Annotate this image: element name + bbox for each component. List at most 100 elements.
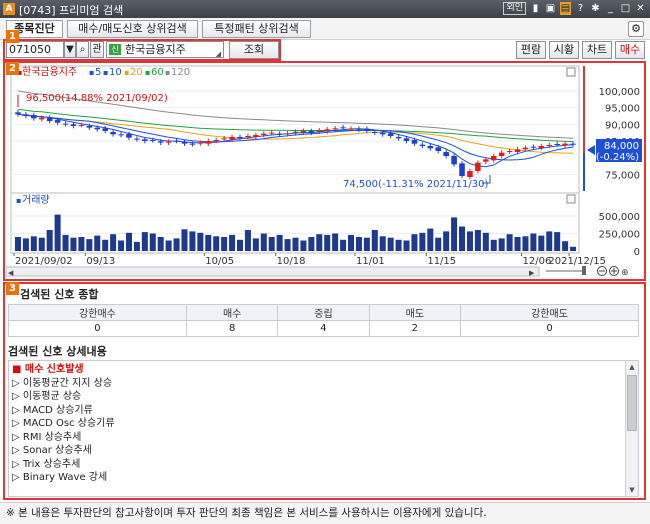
- volume-bar: [451, 217, 458, 251]
- volume-bar: [482, 232, 489, 251]
- candle-body: [348, 128, 354, 130]
- candle-body: [276, 133, 283, 135]
- scroll-down-icon[interactable]: ▼: [626, 484, 638, 496]
- price-panel-close-icon[interactable]: [566, 67, 576, 77]
- market-button[interactable]: 시황: [549, 41, 579, 59]
- list-item[interactable]: ▷ 이동평균 상승: [12, 390, 115, 404]
- close-icon[interactable]: ✕: [635, 2, 646, 15]
- scroll-up-icon[interactable]: ▲: [626, 361, 638, 373]
- volume-bar: [118, 240, 125, 251]
- candle-body: [506, 151, 513, 152]
- chart-settings-icon[interactable]: ⊕: [621, 268, 629, 278]
- volume-bar: [363, 237, 370, 251]
- detail-scrollbar[interactable]: ▲ ▼: [625, 361, 638, 496]
- volume-bar: [229, 234, 236, 251]
- legend-marker-ma5: ▪: [89, 68, 94, 77]
- summary-value: 0: [460, 320, 639, 337]
- candle-body: [237, 137, 243, 138]
- volume-bar: [22, 238, 29, 251]
- candle-body: [62, 123, 69, 125]
- volume-bar: [244, 230, 251, 251]
- high-annotation: 96,500(14.88% 2021/09/02): [26, 93, 168, 104]
- restore-icon[interactable]: □: [620, 2, 631, 15]
- titlebar-icons: 외인 ▮ ▣ ▤ ? ✱ _ □ ✕: [503, 2, 646, 15]
- volume-bar: [316, 234, 323, 251]
- list-item[interactable]: ▷ 이동평균간 지지 상승: [12, 377, 115, 391]
- candle-body: [522, 147, 529, 150]
- summary-value-row: 0 8 4 2 0: [8, 320, 639, 337]
- highlight-frame-1: [3, 39, 281, 61]
- list-item[interactable]: ▷ RMI 상승추세: [12, 431, 115, 445]
- window-icon[interactable]: ▣: [545, 2, 556, 15]
- tab-bar: 종목진단 매수/매도신호 상위검색 특정패턴 상위검색 ⚙: [0, 18, 650, 40]
- volume-bar: [276, 234, 283, 251]
- volume-bar: [133, 241, 140, 251]
- scroll-right-icon[interactable]: ▶: [529, 269, 535, 277]
- candle-body: [340, 127, 346, 129]
- candle-body: [530, 146, 537, 148]
- volume-tick-label: 500,000: [599, 212, 640, 223]
- price-tick-label: 95,000: [605, 104, 640, 115]
- list-item[interactable]: ▷ MACD Osc 상승기류: [12, 417, 115, 431]
- candle-body: [316, 130, 323, 132]
- tab-signal-search[interactable]: 매수/매도신호 상위검색: [67, 20, 198, 38]
- buy-button[interactable]: 매수: [615, 41, 645, 59]
- volume-bar: [70, 237, 77, 251]
- candle-body: [443, 152, 449, 156]
- signal-detail-list[interactable]: ■ 매수 신호발생 ▷ 이동평균간 지지 상승 ▷ 이동평균 상승 ▷ MACD 상승…: [8, 360, 639, 497]
- candle-body: [538, 146, 545, 148]
- handbook-button[interactable]: 편람: [516, 41, 546, 59]
- settings-icon[interactable]: ✱: [590, 2, 601, 15]
- summary-title: 검색된 신호 종합: [20, 288, 99, 301]
- volume-bar: [554, 232, 561, 251]
- volume-legend-marker: ▪: [16, 196, 21, 205]
- scroll-left-icon[interactable]: ◀: [8, 269, 14, 277]
- display-icon[interactable]: ▤: [560, 2, 571, 15]
- candle-body: [134, 138, 140, 140]
- candle-body: [498, 152, 505, 156]
- volume-bar: [173, 238, 180, 251]
- volume-bar: [125, 232, 132, 251]
- price-chart[interactable]: 한국금융지주 5 10 20 60 120 ▪ ▪ ▪ ▪ ▪ ▪ 96,500…: [6, 63, 644, 278]
- list-item[interactable]: ▷ Binary Wave 강세: [12, 471, 115, 485]
- volume-bar: [522, 236, 529, 251]
- volume-bar: [141, 232, 148, 251]
- candle-body: [261, 133, 267, 135]
- candle-body: [514, 149, 521, 152]
- volume-tick-label: 250,000: [599, 230, 640, 241]
- help-icon[interactable]: ?: [575, 2, 586, 15]
- list-header[interactable]: ■ 매수 신호발생: [12, 363, 115, 377]
- volume-panel-close-icon[interactable]: [566, 194, 576, 204]
- current-price-value: 84,000: [604, 141, 639, 152]
- chart-button[interactable]: 차트: [582, 41, 612, 59]
- date-tick-label: 11/15: [427, 256, 456, 267]
- volume-bar: [355, 237, 362, 251]
- candle-body: [300, 131, 307, 133]
- tab-pattern-search[interactable]: 특정패턴 상위검색: [202, 20, 311, 38]
- list-item[interactable]: ▷ Trix 상승추세: [12, 458, 115, 472]
- chart-scrollbar[interactable]: [6, 266, 540, 277]
- summary-header-row: 강한매수 매수 중립 매도 강한매도: [8, 304, 639, 321]
- volume-bar: [54, 214, 61, 251]
- disclaimer-notice: ※ 본 내용은 투자판단의 참고사항이며 투자 판단의 최종 책임은 본 서비스…: [0, 502, 650, 524]
- scroll-thumb[interactable]: [627, 375, 637, 431]
- summary-table: 강한매수 매수 중립 매도 강한매도 0 8 4 2 0: [8, 304, 639, 337]
- language-button[interactable]: 외인: [503, 2, 526, 15]
- volume-bar: [102, 239, 109, 251]
- volume-bar: [498, 238, 505, 251]
- volume-bar: [435, 237, 442, 251]
- minimize-icon[interactable]: _: [605, 2, 616, 15]
- chart-legend: 한국금융지주 5 10 20 60 120 ▪ ▪ ▪ ▪ ▪ ▪: [17, 66, 190, 78]
- candle-body: [268, 132, 275, 134]
- volume-bar: [30, 236, 37, 251]
- low-annotation: 74,500(-11.31% 2021/11/30): [343, 179, 488, 190]
- candle-body: [157, 141, 164, 143]
- list-item[interactable]: ▷ Sonar 상승추세: [12, 444, 115, 458]
- zoom-slider-handle[interactable]: [582, 266, 586, 275]
- volume-bar: [268, 237, 275, 251]
- candle-body: [379, 132, 386, 135]
- pin-icon[interactable]: ▮: [530, 2, 541, 15]
- gear-icon[interactable]: ⚙: [628, 21, 644, 37]
- list-item[interactable]: ▷ MACD 상승기류: [12, 404, 115, 418]
- volume-bar: [379, 236, 386, 251]
